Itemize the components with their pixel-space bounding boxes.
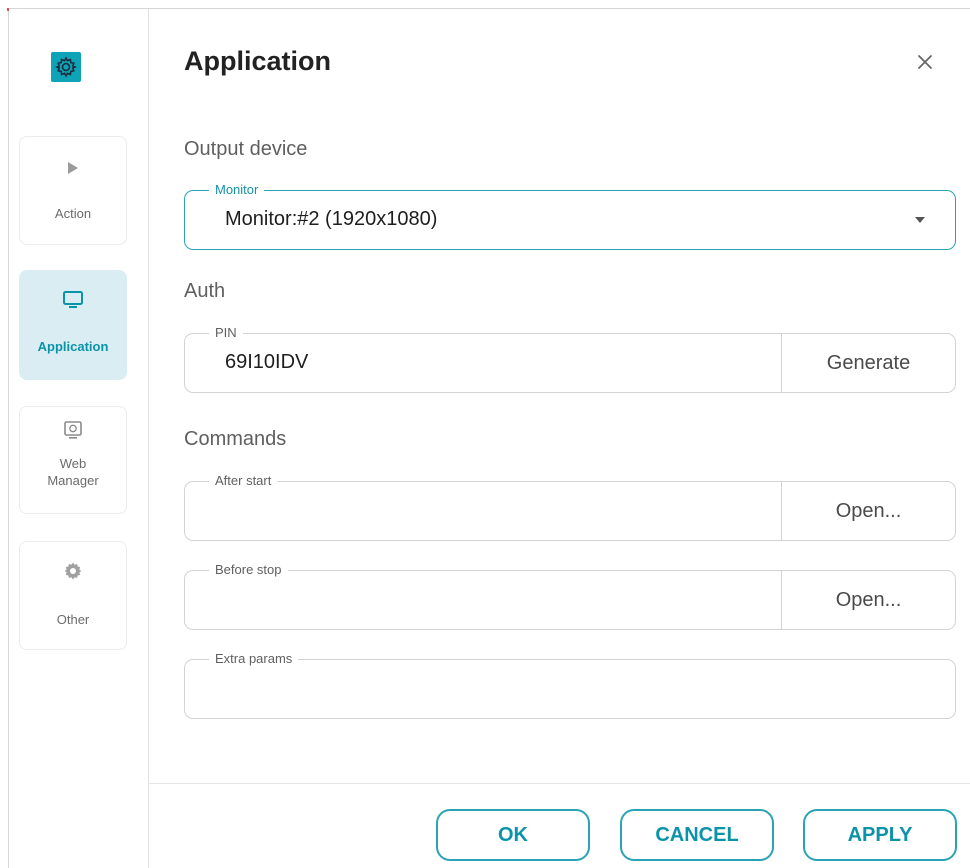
web-manager-icon bbox=[63, 420, 83, 440]
after-start-field: After start Open... bbox=[184, 472, 956, 541]
pin-label: PIN bbox=[209, 324, 243, 342]
generate-button[interactable]: Generate bbox=[781, 334, 955, 392]
close-icon bbox=[918, 55, 932, 69]
pin-field[interactable]: PIN 69I10IDV Generate bbox=[184, 324, 956, 393]
after-start-label: After start bbox=[209, 472, 278, 490]
sidebar-item-label: Action bbox=[54, 206, 92, 221]
window-top-border bbox=[8, 8, 970, 9]
sidebar: Action Application Web Manager Other bbox=[9, 9, 149, 868]
section-title-output-device: Output device bbox=[184, 138, 308, 160]
play-icon bbox=[67, 158, 79, 178]
before-stop-field: Before stop Open... bbox=[184, 561, 956, 630]
apply-button[interactable]: APPLY bbox=[803, 809, 957, 861]
ok-button[interactable]: OK bbox=[436, 809, 590, 861]
sidebar-item-other[interactable]: Other bbox=[19, 541, 127, 650]
monitor-value: Monitor:#2 (1920x1080) bbox=[225, 208, 438, 230]
dialog-title: Application bbox=[184, 46, 331, 76]
before-stop-input[interactable] bbox=[225, 588, 755, 614]
monitor-icon bbox=[62, 290, 84, 310]
sidebar-item-label: Other bbox=[56, 612, 90, 627]
app-logo bbox=[51, 52, 81, 82]
section-title-auth: Auth bbox=[184, 280, 226, 302]
dropdown-arrow-icon bbox=[915, 217, 925, 223]
before-stop-label: Before stop bbox=[209, 561, 288, 579]
sidebar-item-application[interactable]: Application bbox=[19, 270, 127, 380]
sidebar-item-web-manager[interactable]: Web Manager bbox=[19, 406, 127, 514]
extra-params-label: Extra params bbox=[209, 650, 299, 668]
monitor-label: Monitor bbox=[209, 181, 265, 199]
cancel-button[interactable]: CANCEL bbox=[620, 809, 774, 861]
footer-divider bbox=[148, 783, 970, 784]
extra-params-input[interactable] bbox=[225, 677, 931, 703]
close-button[interactable] bbox=[913, 50, 937, 74]
sidebar-item-label: Application bbox=[37, 339, 109, 354]
after-start-open-button[interactable]: Open... bbox=[781, 482, 955, 540]
pin-value: 69I10IDV bbox=[225, 351, 309, 373]
extra-params-field: Extra params bbox=[184, 650, 956, 719]
sidebar-item-action[interactable]: Action bbox=[19, 136, 127, 245]
section-title-commands: Commands bbox=[184, 428, 287, 450]
sidebar-item-label: Web Manager bbox=[47, 456, 99, 488]
gear-icon bbox=[55, 56, 77, 78]
gear-icon bbox=[63, 561, 83, 581]
after-start-input[interactable] bbox=[225, 499, 755, 525]
before-stop-open-button[interactable]: Open... bbox=[781, 571, 955, 629]
monitor-select[interactable]: Monitor Monitor:#2 (1920x1080) bbox=[184, 181, 956, 250]
